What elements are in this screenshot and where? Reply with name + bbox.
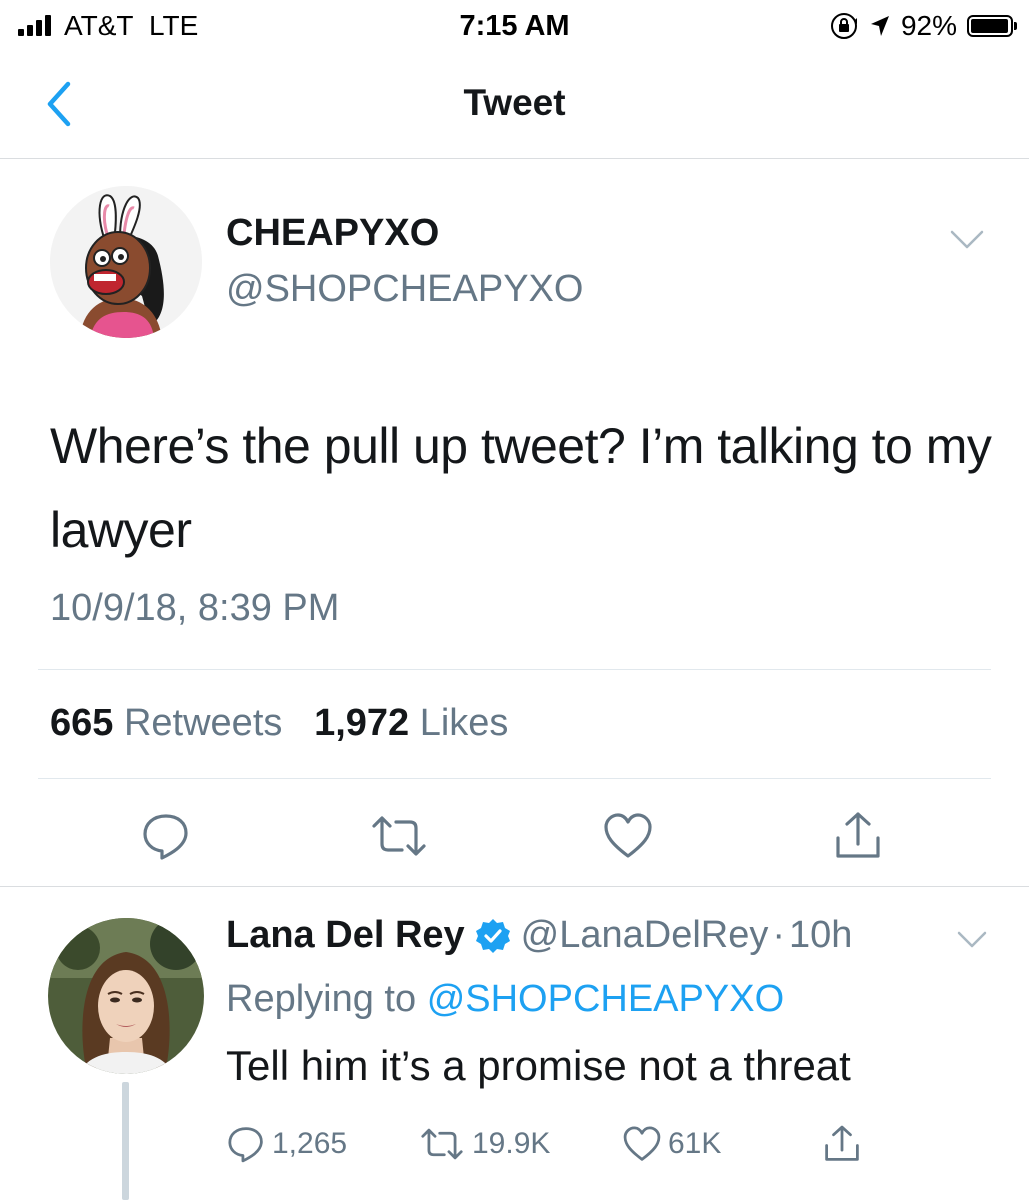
reply-header: Lana Del Rey @LanaDelRey · 10h [226,914,852,957]
author-name[interactable]: CHEAPYXO [226,212,439,255]
reply-text: Tell him it’s a promise not a threat [226,1042,851,1089]
heart-icon [623,1126,661,1161]
divider [38,778,991,779]
retweets-stat[interactable]: 665 Retweets [50,702,282,744]
likes-stat[interactable]: 1,972 Likes [314,702,508,744]
tweet-timestamp: 10/9/18, 8:39 PM [50,587,340,629]
speech-bubble-icon [228,1127,263,1163]
speech-bubble-icon [143,814,188,860]
author-handle[interactable]: @SHOPCHEAPYXO [226,268,583,311]
tweet-stats: 665 Retweets 1,972 Likes [50,702,508,745]
share-icon [836,812,880,858]
retweets-label: Retweets [123,702,283,744]
heart-icon [604,813,652,858]
meta-separator: · [772,914,786,956]
likes-label: Likes [419,702,509,744]
reply-author-handle[interactable]: @LanaDelRey [521,914,769,957]
reply-options-button[interactable] [956,930,988,950]
battery-percentage: 92% [900,10,957,41]
location-arrow-icon [870,16,889,36]
share-icon [825,1125,859,1161]
like-button[interactable] [602,810,654,862]
retweet-icon [372,816,426,856]
portrait-avatar-image [48,918,204,1074]
retweets-count: 665 [50,702,114,744]
reply-retweets-count: 19.9K [472,1127,551,1160]
verified-badge-icon [475,918,510,953]
author-avatar[interactable] [50,186,202,338]
tweet-text: Where’s the pull up tweet? I’m talking t… [50,418,992,558]
reply-age: 10h [789,914,853,956]
reply-share-button[interactable] [822,1122,862,1166]
likes-count: 1,972 [314,702,410,744]
orientation-lock-icon [830,13,857,39]
cartoon-avatar-image [50,186,202,338]
reply-reply-button[interactable]: 1,265 [226,1122,347,1166]
status-right-group: 92% [829,8,1017,44]
replying-to-line: Replying to @SHOPCHEAPYXO [226,978,784,1021]
share-button[interactable] [832,810,884,862]
status-bar: AT&T LTE 7:15 AM 92% [0,0,1029,52]
reply-like-button[interactable]: 61K [622,1122,721,1166]
reply-retweet-button[interactable]: 19.9K [418,1122,550,1166]
battery-icon [967,15,1017,37]
reply-author-name[interactable]: Lana Del Rey [226,914,465,957]
section-separator [0,886,1029,887]
replying-to-mention[interactable]: @SHOPCHEAPYXO [427,978,784,1020]
chevron-down-icon [957,931,987,948]
divider [38,669,991,670]
retweet-button[interactable] [370,810,428,862]
chevron-down-icon [950,230,984,249]
tweet-options-button[interactable] [948,228,986,252]
page-title: Tweet [463,82,566,123]
navigation-bar: Tweet [0,52,1029,159]
reply-replies-count: 1,265 [272,1127,348,1160]
thread-line [122,1082,129,1200]
reply-author-avatar[interactable] [48,918,204,1074]
reply-button[interactable] [140,810,192,862]
replying-to-prefix: Replying to [226,978,417,1020]
retweet-icon [421,1128,463,1160]
reply-likes-count: 61K [668,1127,722,1160]
